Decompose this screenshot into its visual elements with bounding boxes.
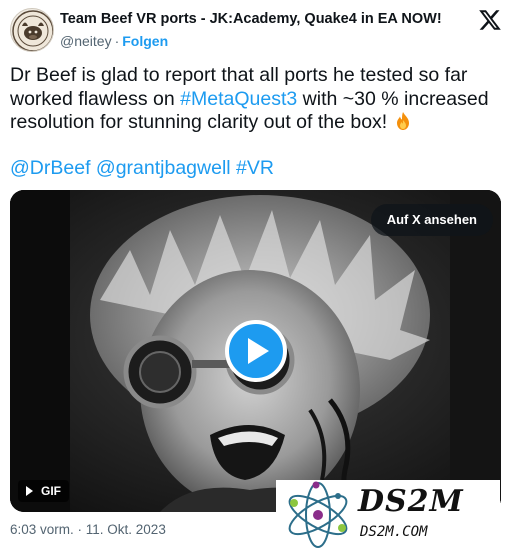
tweet-timestamp[interactable]: 6:03 vorm. · 11. Okt. 2023 [10,522,166,537]
meta-separator: · [114,33,120,49]
tweet-text: Dr Beef is glad to report that all ports… [10,64,500,135]
play-icon [248,338,269,364]
view-on-x-button[interactable]: Auf X ansehen [370,204,493,236]
ds2m-watermark: DS2M DS2M.COM [276,480,500,550]
tweet-line-1: Dr Beef is glad to report that all ports… [10,64,468,86]
tweet-line-3-text: resolution for stunning clarity out of t… [10,111,393,133]
x-logo-icon[interactable] [478,8,502,32]
user-handle[interactable]: @neitey [60,33,112,49]
tweet-card: Team Beef VR ports - JK:Academy, Quake4 … [0,0,512,550]
mention-grantjbagwell[interactable]: @grantjbagwell [96,157,231,179]
gif-label: GIF [41,484,61,498]
follow-link[interactable]: Folgen [122,33,168,49]
tweet-mentions: @DrBeef @grantjbagwell #VR [10,157,274,181]
tweet-line-2-start: worked flawless on [10,87,181,110]
avatar[interactable] [10,8,54,52]
author-meta: @neitey · Folgen [60,33,168,49]
gif-media[interactable]: Auf X ansehen GIF [10,190,501,512]
tweet-line-2: worked flawless on #MetaQuest3 with ~30 … [10,88,500,112]
mention-drbeef[interactable]: @DrBeef [10,157,91,179]
team-beef-logo [12,10,53,51]
watermark-url: DS2M.COM [360,524,428,540]
hashtag-metaquest3[interactable]: #MetaQuest3 [180,88,297,110]
watermark-title: DS2M [358,484,464,519]
tweet-header: Team Beef VR ports - JK:Academy, Quake4 … [10,8,504,54]
gif-play-icon [26,486,33,496]
tweet-line-3: resolution for stunning clarity out of t… [10,111,500,135]
gif-badge: GIF [18,480,69,502]
hashtag-vr[interactable]: #VR [236,157,274,179]
fire-emoji-icon [396,112,409,130]
display-name[interactable]: Team Beef VR ports - JK:Academy, Quake4 … [60,11,442,27]
tweet-line-2-end: with ~30 % increased [297,87,489,110]
play-button[interactable] [225,320,287,382]
